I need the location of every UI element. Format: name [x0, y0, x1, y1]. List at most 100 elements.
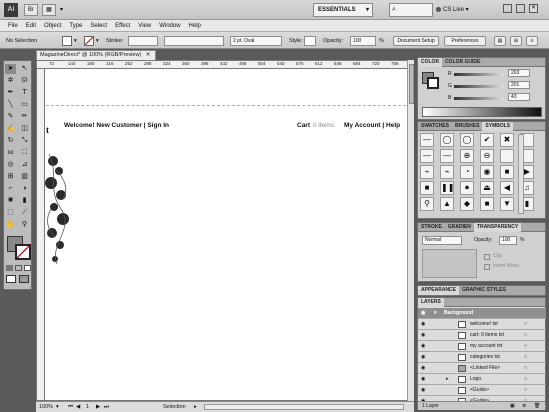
- hand-tool-icon[interactable]: ✋: [5, 220, 16, 230]
- maximize-button[interactable]: [516, 4, 525, 13]
- arrange-chevron-icon[interactable]: ▾: [60, 6, 63, 13]
- expand-icon[interactable]: ▾: [434, 308, 437, 318]
- tab-layers[interactable]: LAYERS: [418, 297, 444, 307]
- menu-type[interactable]: Type: [69, 20, 82, 32]
- eye-icon[interactable]: ◉: [421, 308, 425, 318]
- symbol-item[interactable]: ❚❚: [440, 181, 454, 195]
- symbol-item[interactable]: ◀: [500, 181, 514, 195]
- pencil-tool-icon[interactable]: ✏: [19, 112, 30, 122]
- stroke-swatch[interactable]: [84, 36, 94, 46]
- scale-tool-icon[interactable]: ⤡: [19, 136, 30, 146]
- document-tab[interactable]: MagazineDirect* @ 100% (RGB/Preview) ✕: [36, 50, 156, 60]
- rotate-tool-icon[interactable]: ↻: [5, 136, 16, 146]
- tab-swatches[interactable]: SWATCHES: [418, 122, 452, 131]
- shape-builder-tool-icon[interactable]: ◎: [5, 160, 16, 170]
- eye-icon[interactable]: ◉: [421, 363, 425, 373]
- eyedropper-tool-icon[interactable]: ⌐: [5, 184, 16, 194]
- symbol-item[interactable]: [500, 149, 514, 163]
- variable-width-profile[interactable]: [164, 36, 224, 46]
- target-icon[interactable]: ○: [524, 363, 527, 373]
- clip-checkbox[interactable]: [484, 254, 490, 260]
- layer-row[interactable]: ◉ cart: 0 items txt ○: [418, 330, 546, 341]
- graphic-style-swatch[interactable]: [304, 36, 316, 46]
- symbol-item[interactable]: ⌁: [440, 165, 454, 179]
- close-button[interactable]: ✕: [529, 4, 538, 13]
- play-status-icon[interactable]: ▸: [194, 402, 197, 412]
- symbol-item[interactable]: ✖: [500, 133, 514, 147]
- menu-window[interactable]: Window: [159, 20, 180, 32]
- panel-menu-icon[interactable]: ≡: [526, 36, 538, 46]
- eye-icon[interactable]: ◉: [421, 385, 425, 395]
- menu-effect[interactable]: Effect: [115, 20, 130, 32]
- target-icon[interactable]: ○: [524, 319, 527, 329]
- paintbrush-tool-icon[interactable]: ✎: [5, 112, 16, 122]
- width-tool-icon[interactable]: ⟗: [5, 148, 16, 158]
- vertical-scrollbar[interactable]: [407, 60, 414, 401]
- slice-tool-icon[interactable]: ⟋: [19, 208, 30, 218]
- eye-icon[interactable]: ◉: [421, 319, 425, 329]
- symbols-scrollbar[interactable]: [518, 134, 524, 214]
- symbol-item[interactable]: ⚲: [420, 197, 434, 211]
- close-tab-icon[interactable]: ✕: [146, 52, 151, 58]
- layer-row[interactable]: ◉ welcome! txt ○: [418, 319, 546, 330]
- symbol-item[interactable]: —: [420, 149, 434, 163]
- next-page-icon[interactable]: ▶: [96, 402, 100, 412]
- target-icon[interactable]: ○: [524, 385, 527, 395]
- prev-page-icon[interactable]: ◀: [76, 402, 80, 412]
- symbol-item[interactable]: ◯: [460, 133, 474, 147]
- symbol-item[interactable]: ◉: [480, 165, 494, 179]
- brush-definition[interactable]: 2 pt. Oval: [230, 36, 282, 46]
- stroke-color-swatch[interactable]: [427, 77, 439, 89]
- layer-row[interactable]: ◉ <Guide> ○: [418, 385, 546, 396]
- new-layer-icon[interactable]: ▣: [510, 402, 515, 410]
- symbol-item[interactable]: ⏺: [460, 181, 474, 195]
- tab-symbols[interactable]: SYMBOLS: [482, 121, 514, 131]
- eye-icon[interactable]: ◉: [421, 341, 425, 351]
- blend-mode-select[interactable]: Normal: [422, 236, 462, 245]
- symbol-item[interactable]: ■: [480, 197, 494, 211]
- symbol-item[interactable]: ⏏: [480, 181, 494, 195]
- symbol-item[interactable]: ■: [420, 181, 434, 195]
- column-graph-tool-icon[interactable]: ▮: [19, 196, 30, 206]
- symbol-item[interactable]: ◯: [440, 133, 454, 147]
- horizontal-scrollbar[interactable]: [204, 404, 404, 410]
- menu-edit[interactable]: Edit: [26, 20, 36, 32]
- pen-tool-icon[interactable]: ✒: [5, 88, 16, 98]
- gradient-mode-icon[interactable]: [15, 265, 22, 271]
- rectangle-tool-icon[interactable]: ▭: [19, 100, 30, 110]
- chevron-down-icon[interactable]: ▾: [56, 402, 59, 412]
- red-value-field[interactable]: 203: [508, 69, 530, 77]
- symbol-item[interactable]: —: [420, 133, 434, 147]
- target-icon[interactable]: ○: [524, 341, 527, 351]
- target-icon[interactable]: ○: [524, 330, 527, 340]
- magic-wand-tool-icon[interactable]: ✲: [5, 76, 16, 86]
- arrange-documents-button[interactable]: ▦: [42, 4, 56, 16]
- menu-view[interactable]: View: [138, 20, 151, 32]
- cs-live-button[interactable]: CS Live ▾: [443, 4, 469, 16]
- symbol-item[interactable]: —: [440, 149, 454, 163]
- chevron-down-icon[interactable]: ▾: [74, 37, 77, 45]
- blob-brush-tool-icon[interactable]: ✍: [5, 124, 16, 134]
- opacity-field[interactable]: 100: [499, 236, 517, 245]
- perspective-grid-tool-icon[interactable]: ⊿: [19, 160, 30, 170]
- direct-selection-tool-icon[interactable]: ↖: [19, 64, 30, 74]
- symbol-item[interactable]: ⌁: [420, 165, 434, 179]
- tab-transparency[interactable]: TRANSPARENCY: [473, 222, 522, 232]
- mesh-tool-icon[interactable]: ⊞: [5, 172, 16, 182]
- symbol-item[interactable]: ◆: [460, 197, 474, 211]
- blend-tool-icon[interactable]: ◑: [19, 184, 30, 194]
- green-slider[interactable]: [454, 85, 504, 88]
- layer-row[interactable]: ◉ my account txt ○: [418, 341, 546, 352]
- red-slider[interactable]: [454, 73, 504, 76]
- menu-file[interactable]: File: [8, 20, 18, 32]
- expand-icon[interactable]: ▸: [446, 374, 449, 384]
- type-tool-icon[interactable]: T: [19, 88, 30, 98]
- symbol-item[interactable]: ▲: [440, 197, 454, 211]
- color-mode-icon[interactable]: [6, 265, 13, 271]
- minimize-button[interactable]: [503, 4, 512, 13]
- tab-color-guide[interactable]: COLOR GUIDE: [442, 58, 483, 67]
- current-tool-status[interactable]: Selection: [163, 402, 186, 412]
- eraser-tool-icon[interactable]: ◫: [19, 124, 30, 134]
- symbol-item[interactable]: ▼: [500, 197, 514, 211]
- layer-row[interactable]: ◉ ▾ Background: [418, 308, 546, 319]
